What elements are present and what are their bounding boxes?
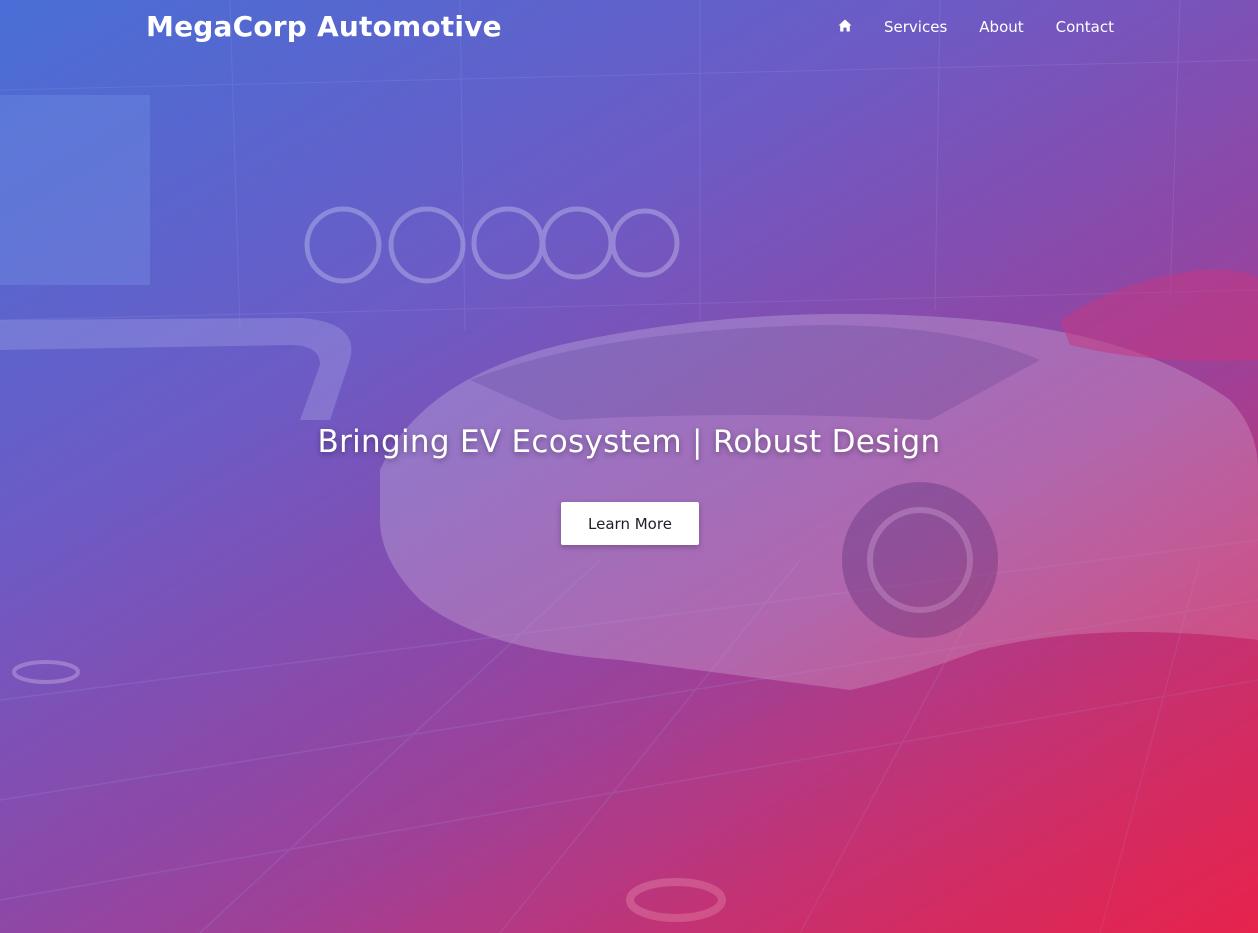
- home-icon: [838, 18, 852, 32]
- hero-section: MegaCorp Automotive Services About Conta…: [0, 0, 1258, 933]
- nav-about-link[interactable]: About: [979, 18, 1023, 36]
- top-navbar: MegaCorp Automotive Services About Conta…: [0, 0, 1258, 56]
- nav-home-link[interactable]: [838, 18, 852, 36]
- nav-services-link[interactable]: Services: [884, 18, 947, 36]
- brand-logo-link[interactable]: MegaCorp Automotive: [146, 10, 502, 43]
- hero-headline: Bringing EV Ecosystem | Robust Design: [317, 424, 941, 460]
- nav-links: Services About Contact: [838, 18, 1114, 36]
- nav-contact-link[interactable]: Contact: [1056, 18, 1114, 36]
- gradient-overlay: [0, 0, 1258, 933]
- learn-more-button[interactable]: Learn More: [561, 502, 699, 545]
